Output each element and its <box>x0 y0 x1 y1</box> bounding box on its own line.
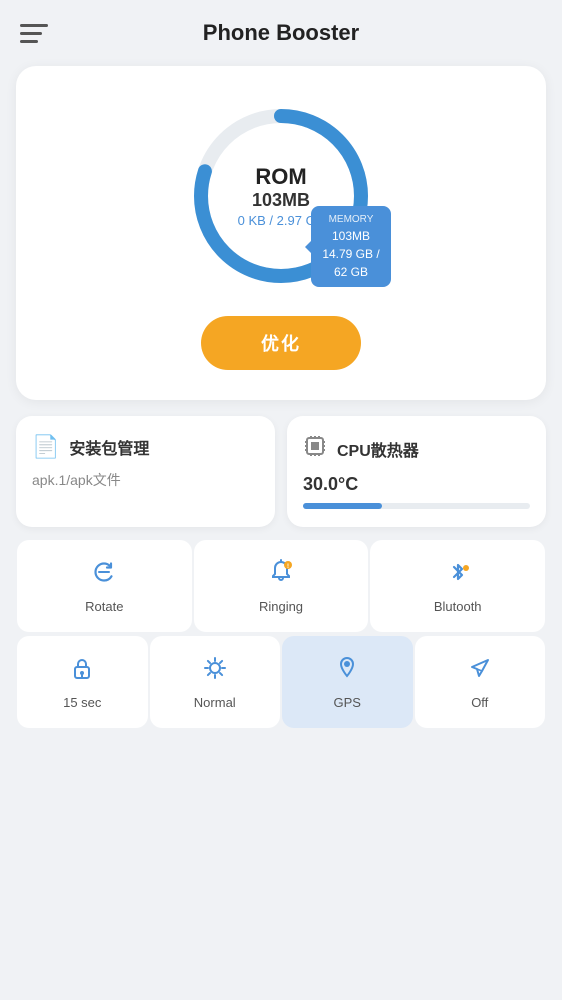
off-label: Off <box>471 695 488 710</box>
package-icon: 📄 <box>32 434 59 460</box>
bluetooth-label: Blutooth <box>434 599 482 614</box>
toggle-bluetooth[interactable]: Blutooth <box>370 540 545 632</box>
sun-icon <box>201 654 229 689</box>
package-title: 安装包管理 <box>69 435 149 459</box>
tooltip-detail: 14.79 GB / <box>321 245 381 263</box>
rotate-label: Rotate <box>85 599 123 614</box>
temp-bar-fill <box>303 503 382 509</box>
page-title: Phone Booster <box>203 20 359 46</box>
plane-icon <box>466 654 494 689</box>
tooltip-total: ‍‍‍‍‍‍62 GB <box>321 263 381 281</box>
gps-icon <box>333 654 361 689</box>
menu-line-1 <box>20 24 48 27</box>
normal-label: Normal <box>194 695 236 710</box>
menu-line-3 <box>20 40 38 43</box>
rom-circle: ROM 103MB 0 KB / 2.97 GB MEMORY 103MB 14… <box>181 96 381 296</box>
ringing-icon: ! <box>267 558 295 593</box>
temp-bar-bg <box>303 503 530 509</box>
toggle-normal[interactable]: Normal <box>150 636 281 728</box>
toggle-rotate[interactable]: Rotate <box>17 540 192 632</box>
toggle-row-2: 15 sec Normal <box>16 635 546 729</box>
optimize-button[interactable]: 优化 <box>201 316 361 370</box>
toggle-15sec[interactable]: 15 sec <box>17 636 148 728</box>
toggle-gps[interactable]: GPS <box>282 636 413 728</box>
cpu-title: CPU散热器 <box>337 437 419 461</box>
lock-icon <box>68 654 96 689</box>
cpu-temp: 30.0°C <box>303 474 530 495</box>
toggle-row-1: Rotate ! Ringing B <box>16 539 546 633</box>
bluetooth-icon <box>444 558 472 593</box>
15sec-label: 15 sec <box>63 695 101 710</box>
package-subtitle: apk.1/apk文件 <box>32 470 259 490</box>
package-card-header: 📄 安装包管理 <box>32 434 259 460</box>
tooltip-size: 103MB <box>321 227 381 245</box>
ringing-label: Ringing <box>259 599 303 614</box>
package-manager-card[interactable]: 📄 安装包管理 apk.1/apk文件 <box>16 416 275 527</box>
rom-card: ROM 103MB 0 KB / 2.97 GB MEMORY 103MB 14… <box>16 66 546 400</box>
cpu-card-header: CPU散热器 <box>303 434 530 464</box>
cpu-card[interactable]: CPU散热器 30.0°C <box>287 416 546 527</box>
rotate-icon <box>90 558 118 593</box>
svg-text:!: ! <box>287 564 289 570</box>
tooltip-title: MEMORY <box>321 212 381 227</box>
memory-tooltip: MEMORY 103MB 14.79 GB / ‍‍‍‍‍‍62 GB <box>311 206 391 287</box>
rom-label: ROM <box>238 164 325 190</box>
toggle-grid: Rotate ! Ringing B <box>16 539 546 729</box>
cpu-icon <box>303 434 327 464</box>
menu-icon[interactable] <box>20 24 48 43</box>
info-cards-row: 📄 安装包管理 apk.1/apk文件 <box>16 416 546 527</box>
toggle-ringing[interactable]: ! Ringing <box>194 540 369 632</box>
gps-label: GPS <box>334 695 361 710</box>
header: Phone Booster <box>0 0 562 56</box>
menu-line-2 <box>20 32 42 35</box>
rom-size: 103MB <box>238 190 325 211</box>
toggle-off[interactable]: Off <box>415 636 546 728</box>
